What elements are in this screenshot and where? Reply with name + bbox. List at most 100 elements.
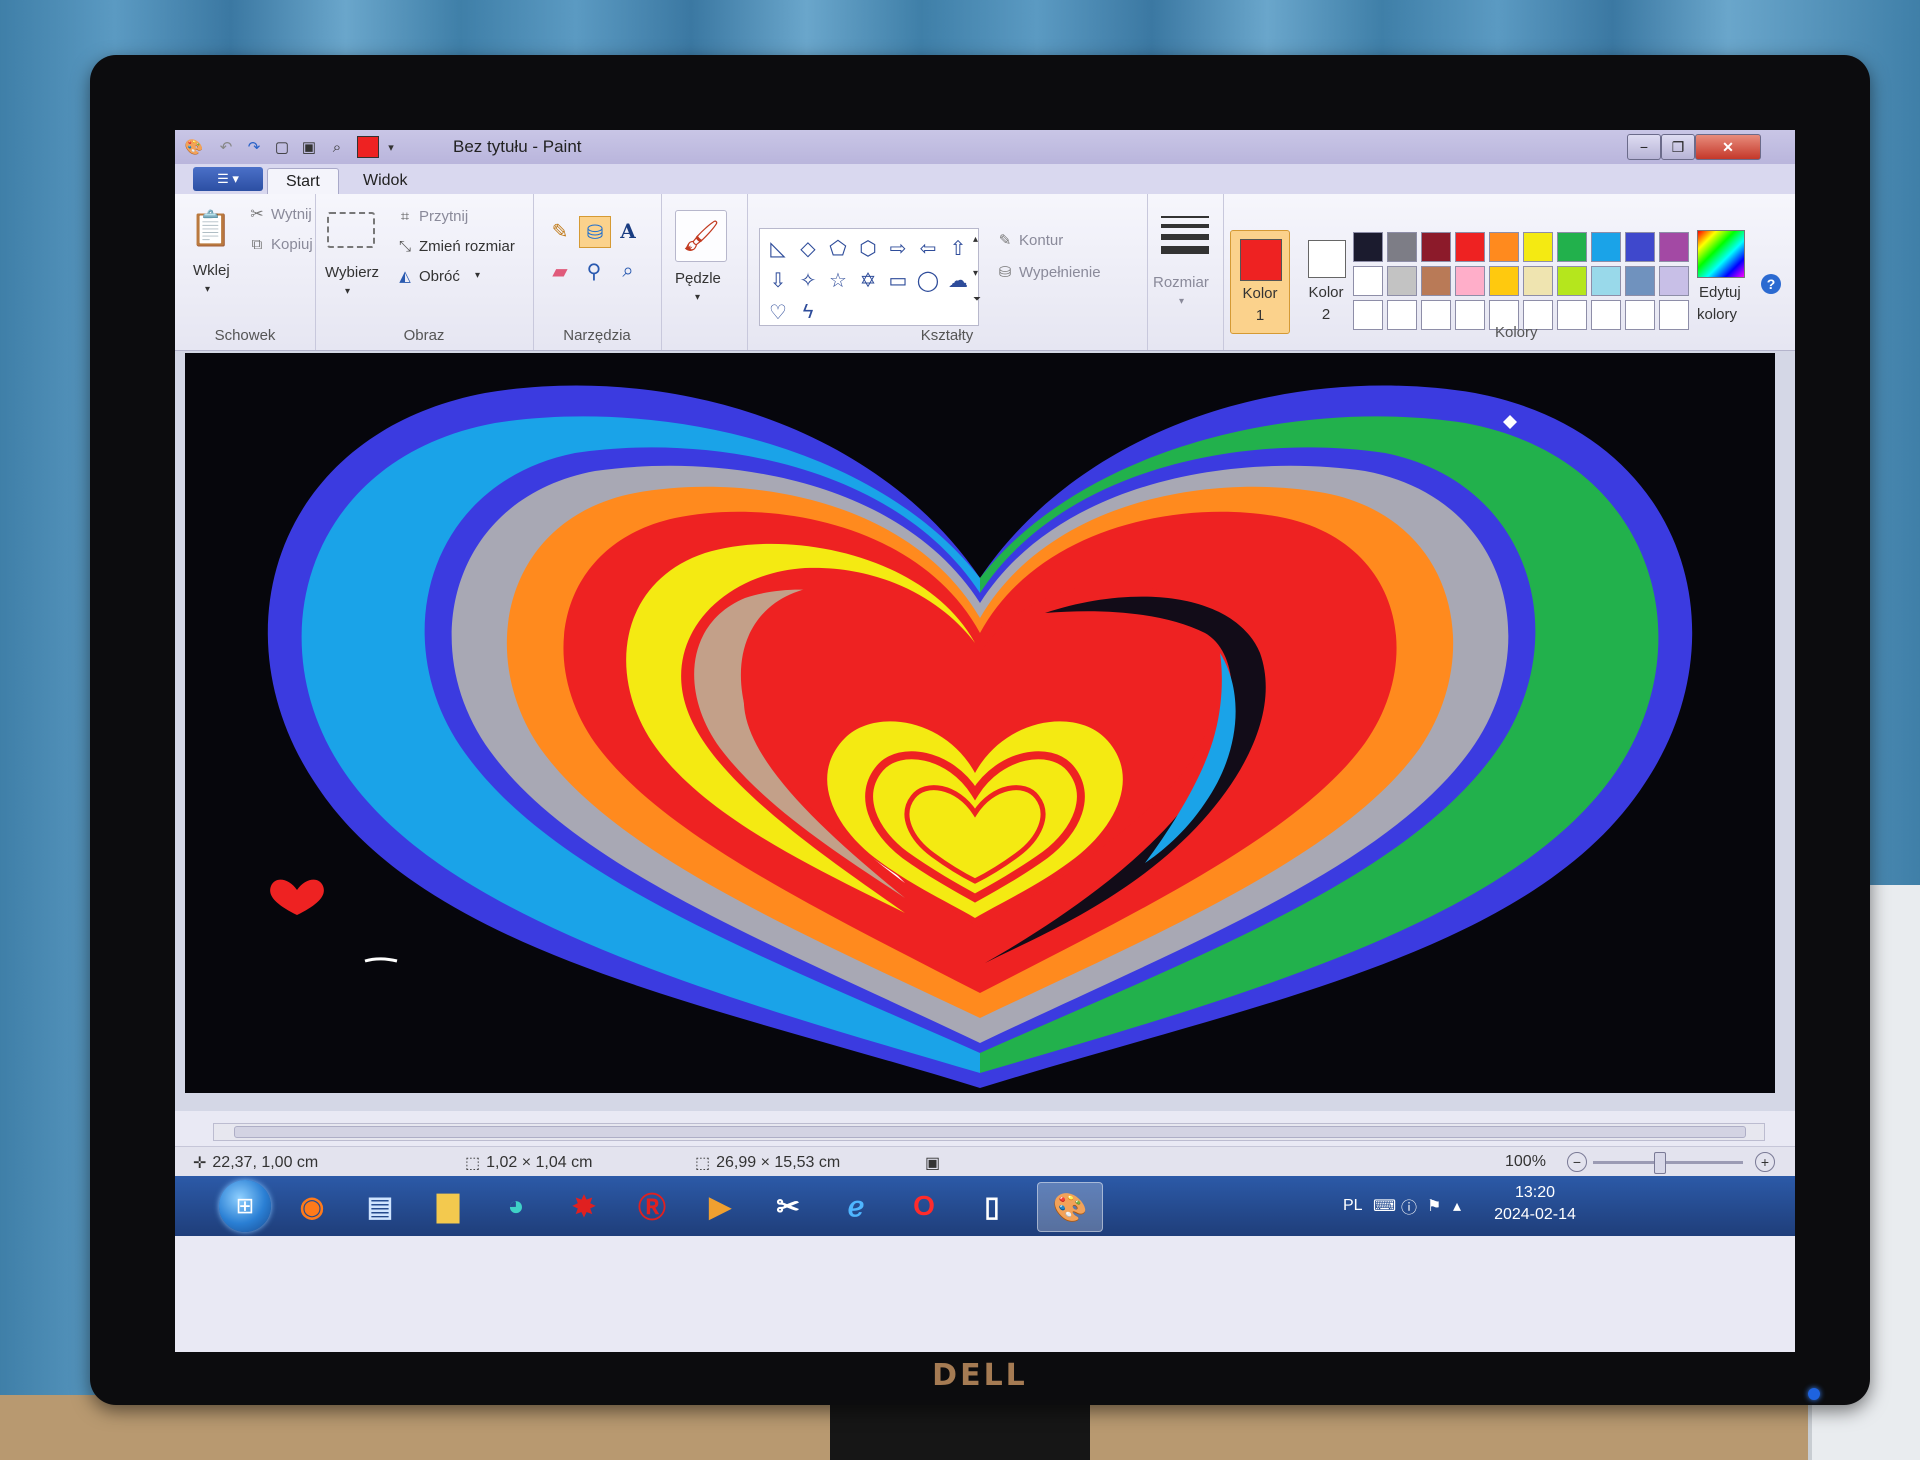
media-player-icon[interactable]: ▶ [693,1182,747,1230]
palette-swatch[interactable] [1387,266,1417,296]
color1-selector[interactable]: Kolor 1 [1230,230,1290,334]
brushes-icon[interactable]: 🖌 [675,210,727,262]
tab-start[interactable]: Start [267,168,339,195]
network-icon[interactable]: ⚑ [1427,1176,1441,1236]
brushes-dropdown-icon[interactable]: ▾ [695,292,700,303]
clock[interactable]: 13:20 2024-02-14 [1485,1182,1585,1226]
edit-colors-icon[interactable] [1697,230,1745,278]
palette-swatch[interactable] [1455,300,1485,330]
palette-swatch[interactable] [1557,232,1587,262]
palette-swatch[interactable] [1557,266,1587,296]
size-button[interactable]: Rozmiar [1153,274,1209,291]
palette-swatch[interactable] [1557,300,1587,330]
arrow-left-icon[interactable]: ⇦ [914,233,942,263]
brushes-button[interactable]: Pędzle [675,270,721,287]
palette-swatch[interactable] [1625,266,1655,296]
pentagon-icon[interactable]: ⬠ [824,233,852,263]
edge-icon[interactable]: ◕ [489,1182,543,1230]
palette-swatch[interactable] [1353,300,1383,330]
right-triangle-icon[interactable]: ◺ [764,233,792,263]
select-button[interactable]: Wybierz [325,264,379,281]
rotate-dropdown-icon[interactable]: ▾ [475,270,480,281]
palette-swatch[interactable] [1625,300,1655,330]
palette-swatch[interactable] [1523,232,1553,262]
shapes-more-icon[interactable]: ⏷ [973,294,981,305]
zoom-out-button[interactable]: − [1567,1152,1587,1172]
paint-app-icon[interactable]: 🎨 [181,135,207,159]
palette-swatch[interactable] [1489,266,1519,296]
outline-button[interactable]: Kontur [1019,232,1063,249]
palette-swatch[interactable] [1387,232,1417,262]
diamond-icon[interactable]: ◇ [794,233,822,263]
help-icon[interactable]: ? [1761,274,1781,294]
palette-swatch[interactable] [1353,232,1383,262]
palette-swatch[interactable] [1353,266,1383,296]
palette-swatch[interactable] [1659,266,1689,296]
color2-selector[interactable]: Kolor 2 [1297,230,1355,332]
star4-icon[interactable]: ✧ [794,265,822,295]
snipping-icon[interactable]: ✂ [761,1182,815,1230]
document-icon[interactable]: ▯ [965,1182,1019,1230]
resize-button[interactable]: Zmień rozmiar [419,238,515,255]
crop-button[interactable]: Przytnij [419,208,468,225]
palette-swatch[interactable] [1625,232,1655,262]
opera-icon[interactable]: O [897,1182,951,1230]
zoom-in-button[interactable]: + [1755,1152,1775,1172]
quick-color-icon[interactable] [355,135,381,159]
arrow-down-icon[interactable]: ⇩ [764,265,792,295]
star6-icon[interactable]: ✡ [854,265,882,295]
help-tray-icon[interactable]: ⓘ [1401,1176,1417,1236]
zoom-slider-track[interactable] [1593,1161,1743,1164]
arrow-up-icon[interactable]: ⇧ [944,233,972,263]
palette-swatch[interactable] [1421,300,1451,330]
palette-swatch[interactable] [1659,232,1689,262]
line-size-icon[interactable] [1161,216,1209,254]
paint-icon[interactable]: 🎨 [1037,1182,1103,1232]
palette-swatch[interactable] [1421,232,1451,262]
paste-dropdown-icon[interactable]: ▾ [205,284,210,295]
eraser-icon[interactable]: ▰ [545,256,575,286]
palette-swatch[interactable] [1421,266,1451,296]
save-icon[interactable]: ▣ [297,135,321,159]
color-picker-icon[interactable]: ⚲ [579,256,609,286]
rotate-button[interactable]: Obróć [419,268,460,285]
magnifier-icon[interactable]: ⌕ [613,256,643,286]
select-dropdown-icon[interactable]: ▾ [345,286,350,297]
horizontal-scrollbar[interactable] [213,1123,1765,1141]
redo-icon[interactable]: ↷ [241,135,267,159]
paint-splash-icon[interactable]: ✸ [557,1182,611,1230]
callout-cloud-icon[interactable]: ☁ [944,265,972,295]
fill-button[interactable]: Wypełnienie [1019,264,1101,281]
edit-colors-label-1[interactable]: Edytuj [1699,284,1741,301]
callout-oval-icon[interactable]: ◯ [914,265,942,295]
drawing-canvas[interactable] [185,353,1775,1093]
shapes-gallery[interactable]: ◺ ◇ ⬠ ⬡ ⇨ ⇦ ⇧ ⇩ ✧ ☆ ✡ ▭ ◯ ☁ ♡ ϟ [759,228,979,326]
language-indicator[interactable]: PL [1343,1176,1363,1236]
hexagon-icon[interactable]: ⬡ [854,233,882,263]
keyboard-icon[interactable]: ⌨ [1373,1176,1396,1236]
paint-menu-button[interactable]: ☰ ▾ [193,167,263,191]
shapes-scroll-down-icon[interactable]: ▾ [973,268,978,279]
zoom-slider-thumb[interactable] [1654,1152,1666,1174]
palette-swatch[interactable] [1489,232,1519,262]
maximize-button[interactable]: ❐ [1661,134,1695,160]
customize-qa-icon[interactable]: ▾ [383,135,399,159]
palette-swatch[interactable] [1387,300,1417,330]
arrow-right-icon[interactable]: ⇨ [884,233,912,263]
palette-swatch[interactable] [1455,232,1485,262]
palette-swatch[interactable] [1591,300,1621,330]
notepad-icon[interactable]: ▤ [353,1182,407,1230]
zoom-icon[interactable]: ⌕ [325,135,349,159]
shapes-scroll-up-icon[interactable]: ▴ [973,234,978,245]
palette-swatch[interactable] [1591,266,1621,296]
tray-expand-icon[interactable]: ▴ [1453,1176,1461,1236]
r-app-icon[interactable]: Ⓡ [625,1182,679,1230]
close-button[interactable]: ✕ [1695,134,1761,160]
horizontal-scroll-thumb[interactable] [234,1126,1746,1138]
copy-button[interactable]: Kopiuj [271,236,313,253]
edit-colors-label-2[interactable]: kolory [1697,306,1737,323]
heart-shape-icon[interactable]: ♡ [764,297,792,327]
star5-icon[interactable]: ☆ [824,265,852,295]
callout-rect-icon[interactable]: ▭ [884,265,912,295]
windows-start-icon[interactable]: ⊞ [219,1180,271,1232]
